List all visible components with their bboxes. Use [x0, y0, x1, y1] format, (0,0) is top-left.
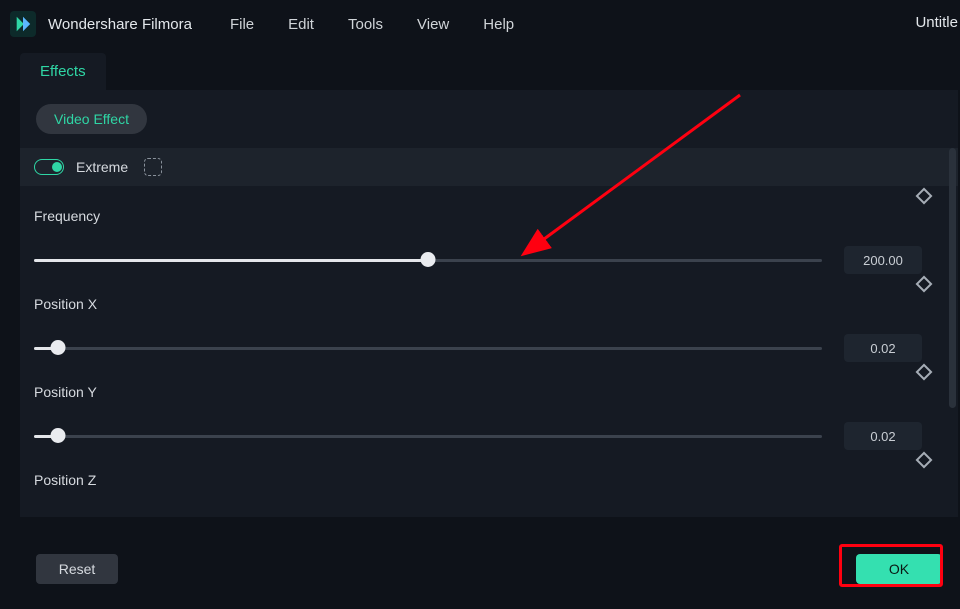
param-position-z: Position Z [20, 450, 958, 494]
effect-header: Extreme [20, 148, 958, 186]
effect-bounds-icon[interactable] [144, 158, 162, 176]
ok-button[interactable]: OK [856, 554, 942, 584]
slider-fill [34, 259, 428, 262]
effects-panel: Video Effect Extreme Frequency 200.00 Po… [20, 90, 958, 518]
keyframe-icon[interactable] [916, 188, 933, 205]
menu-help[interactable]: Help [483, 16, 514, 33]
param-position-x: Position X 0.02 [20, 274, 958, 362]
param-frequency-label: Frequency [34, 208, 958, 224]
menu-view[interactable]: View [417, 16, 449, 33]
param-position-x-label: Position X [34, 296, 958, 312]
position-x-slider[interactable] [34, 341, 822, 355]
position-y-slider[interactable] [34, 429, 822, 443]
reset-button[interactable]: Reset [36, 554, 118, 584]
menu-edit[interactable]: Edit [288, 16, 314, 33]
param-frequency: Frequency 200.00 [20, 186, 958, 274]
keyframe-icon[interactable] [916, 364, 933, 381]
slider-track [34, 435, 822, 438]
tab-effects[interactable]: Effects [20, 53, 106, 90]
keyframe-icon[interactable] [916, 276, 933, 293]
chip-row: Video Effect [20, 90, 958, 148]
toggle-knob [52, 162, 62, 172]
position-x-value[interactable]: 0.02 [844, 334, 922, 362]
param-frequency-row: 200.00 [34, 246, 958, 274]
menu-file[interactable]: File [230, 16, 254, 33]
panel-scrollbar[interactable] [949, 148, 956, 448]
filmora-icon [14, 15, 32, 33]
param-position-z-label: Position Z [34, 472, 958, 488]
param-position-y: Position Y 0.02 [20, 362, 958, 450]
main-menu: File Edit Tools View Help [230, 16, 514, 33]
effect-name: Extreme [76, 159, 128, 175]
app-name: Wondershare Filmora [48, 16, 192, 33]
frequency-slider[interactable] [34, 253, 822, 267]
document-title: Untitle [915, 14, 960, 31]
action-bar: Reset OK [20, 541, 958, 597]
frequency-value[interactable]: 200.00 [844, 246, 922, 274]
tabstrip: Effects [0, 48, 960, 90]
param-position-y-label: Position Y [34, 384, 958, 400]
menu-tools[interactable]: Tools [348, 16, 383, 33]
slider-thumb[interactable] [50, 340, 65, 355]
slider-thumb[interactable] [421, 252, 436, 267]
slider-thumb[interactable] [50, 428, 65, 443]
app-logo [10, 11, 36, 37]
effect-enable-toggle[interactable] [34, 159, 64, 175]
param-position-x-row: 0.02 [34, 334, 958, 362]
position-y-value[interactable]: 0.02 [844, 422, 922, 450]
keyframe-icon[interactable] [916, 452, 933, 469]
scroll-thumb[interactable] [949, 148, 956, 408]
slider-track [34, 347, 822, 350]
chip-video-effect[interactable]: Video Effect [36, 104, 147, 134]
titlebar: Wondershare Filmora File Edit Tools View… [0, 0, 960, 48]
param-position-y-row: 0.02 [34, 422, 958, 450]
